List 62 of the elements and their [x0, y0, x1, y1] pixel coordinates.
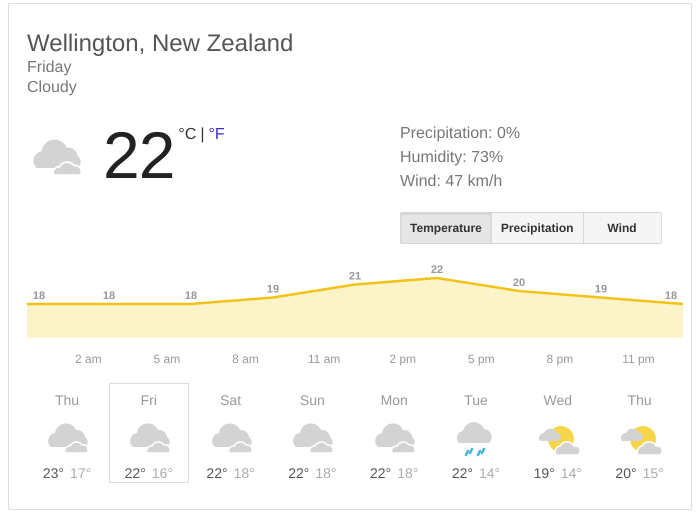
- location-title: Wellington, New Zealand: [27, 30, 294, 58]
- data-label: 18: [32, 290, 46, 302]
- low-temp: 16°: [152, 465, 173, 481]
- forecast-day[interactable]: Wed 19° 14°: [518, 383, 598, 483]
- detail-text: Precipitation: 0%: [400, 124, 522, 144]
- low-temp: 18°: [315, 465, 337, 481]
- day-name: Wed: [544, 391, 572, 409]
- day-label: Friday: [27, 58, 72, 78]
- chart-tab[interactable]: Wind: [582, 212, 662, 244]
- high-temp: 23°: [42, 465, 64, 481]
- high-temp: 22°: [452, 465, 473, 481]
- high-temp: 22°: [288, 465, 310, 481]
- high-temp: 22°: [370, 465, 392, 481]
- forecast-day[interactable]: Mon 22° 18°: [354, 383, 434, 483]
- time-label: 2 am: [74, 352, 103, 366]
- day-name: Fri: [140, 391, 157, 409]
- time-label: 5 am: [152, 352, 182, 366]
- data-label: 18: [664, 290, 678, 302]
- time-label: 11 pm: [621, 352, 656, 366]
- unit-toggle[interactable]: °F: [208, 126, 225, 144]
- detail-text: Humidity: 73%: [400, 148, 504, 168]
- day-name: Sun: [300, 391, 325, 409]
- day-name: Thu: [628, 391, 652, 409]
- detail-text: Wind: 47 km/h: [400, 172, 504, 192]
- high-temp: 22°: [206, 465, 228, 481]
- forecast-day[interactable]: Sat 22° 18°: [190, 383, 271, 483]
- forecast-day[interactable]: Fri 22° 16°: [108, 383, 189, 483]
- temperature-value: 22: [103, 122, 174, 188]
- forecast-day[interactable]: Thu 20° 15°: [600, 383, 680, 483]
- high-temp: 19°: [534, 465, 555, 481]
- low-temp: 15°: [642, 465, 664, 481]
- high-temp: 20°: [615, 465, 637, 481]
- time-label: 8 am: [231, 352, 260, 366]
- data-label: 20: [512, 277, 526, 289]
- chart-tab[interactable]: Precipitation: [490, 212, 584, 244]
- low-temp: 14°: [560, 465, 582, 481]
- day-name: Sat: [220, 391, 242, 409]
- day-name: Tue: [464, 391, 488, 409]
- time-label: 5 pm: [466, 352, 496, 366]
- low-temp: 17°: [70, 465, 92, 481]
- chart-tab[interactable]: Temperature: [400, 212, 492, 244]
- data-label: 19: [266, 284, 280, 296]
- data-label: 18: [102, 290, 116, 302]
- data-label: 18: [184, 290, 198, 302]
- forecast-day[interactable]: Thu 23° 17°: [27, 383, 107, 483]
- low-temp: 18°: [397, 465, 418, 481]
- time-label: 11 am: [306, 352, 342, 366]
- forecast-day[interactable]: Sun 22° 18°: [272, 383, 352, 483]
- data-label: 21: [348, 270, 362, 282]
- high-temp: 22°: [124, 465, 146, 481]
- data-label: 19: [594, 284, 608, 296]
- low-temp: 14°: [478, 465, 500, 481]
- data-label: 22: [430, 264, 444, 276]
- unit-separator: |: [200, 126, 205, 144]
- day-name: Mon: [380, 391, 408, 409]
- time-label: 2 pm: [388, 352, 418, 366]
- low-temp: 18°: [234, 465, 255, 481]
- time-label: 8 pm: [546, 352, 574, 366]
- day-name: Thu: [54, 391, 80, 409]
- unit-toggle[interactable]: °C: [178, 126, 196, 144]
- forecast-day[interactable]: Tue 22° 14°: [436, 383, 516, 483]
- condition-label: Cloudy: [27, 78, 78, 98]
